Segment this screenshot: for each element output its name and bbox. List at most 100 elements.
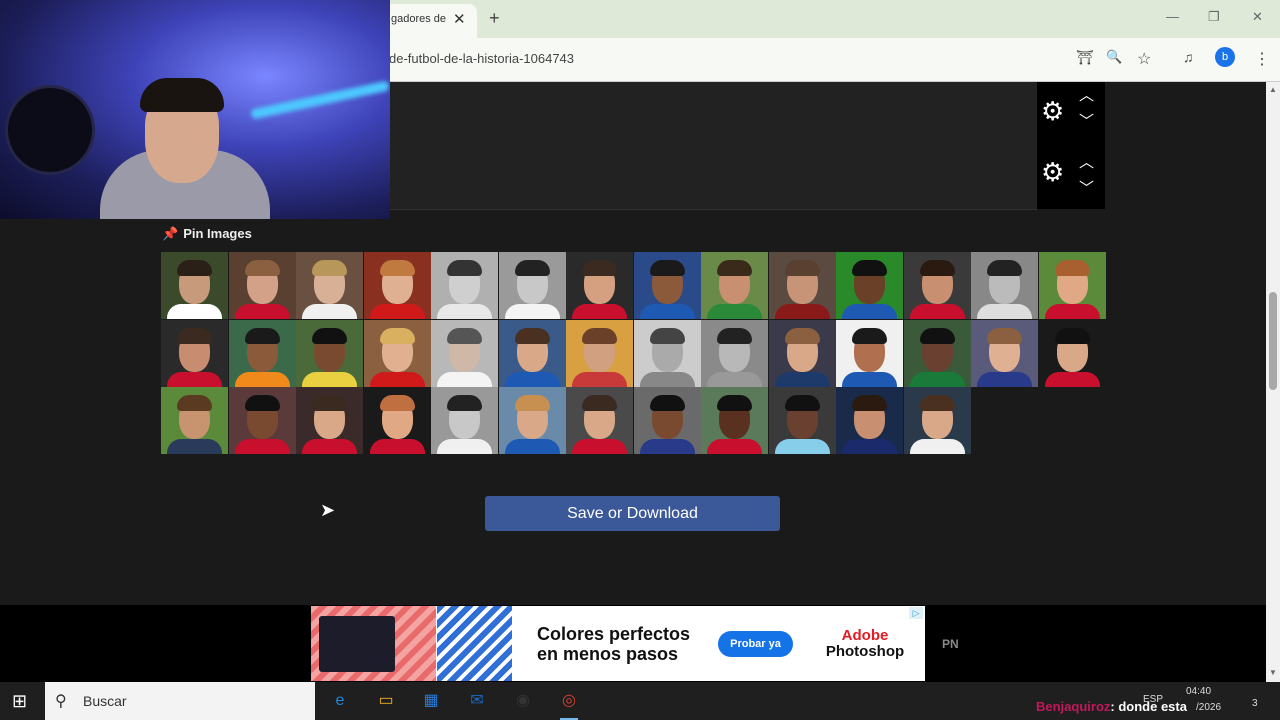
player-image-tile[interactable] xyxy=(701,387,768,454)
player-image-tile[interactable] xyxy=(161,387,228,454)
chevron-down-icon[interactable]: ﹀ xyxy=(1079,110,1094,131)
player-image-tile[interactable] xyxy=(701,319,768,387)
player-image-tile[interactable] xyxy=(228,319,296,387)
player-image-tile[interactable] xyxy=(431,252,498,319)
player-image-tile[interactable] xyxy=(296,387,363,454)
obs-app-icon[interactable]: ◉ xyxy=(508,687,538,715)
player-hair xyxy=(312,327,347,344)
scroll-thumb[interactable] xyxy=(1269,292,1277,390)
player-shirt xyxy=(909,439,965,454)
player-hair xyxy=(177,327,212,344)
player-image-tile[interactable] xyxy=(836,387,903,454)
player-image-tile[interactable] xyxy=(701,252,768,319)
bookmark-star-icon[interactable]: ☆ xyxy=(1137,49,1151,69)
browser-tab[interactable]: gadores de ✕ xyxy=(385,4,477,38)
player-image-tile[interactable] xyxy=(161,252,228,319)
player-image-tile[interactable] xyxy=(903,387,971,454)
zoom-icon[interactable]: 🔍 xyxy=(1106,49,1122,65)
tab-close-icon[interactable]: ✕ xyxy=(453,10,466,28)
scroll-up-icon[interactable]: ▲ xyxy=(1269,85,1277,94)
translate-icon[interactable]: ⛩ xyxy=(1076,49,1094,66)
player-image-tile[interactable] xyxy=(1038,252,1106,319)
player-image-tile[interactable] xyxy=(363,252,431,319)
player-image-tile[interactable] xyxy=(633,252,701,319)
page-scrollbar[interactable]: ▲ ▼ xyxy=(1266,82,1280,682)
player-image-tile[interactable] xyxy=(498,319,566,387)
player-hair xyxy=(447,327,482,344)
clock-time[interactable]: 04:40 xyxy=(1186,686,1211,697)
media-control-icon[interactable]: ♫ xyxy=(1183,49,1194,65)
player-shirt xyxy=(1044,304,1100,319)
player-image-tile[interactable] xyxy=(161,319,228,387)
file-explorer-app-icon[interactable]: ▭ xyxy=(371,687,401,715)
player-shirt xyxy=(842,439,897,454)
clock-date[interactable]: /2026 xyxy=(1196,702,1221,713)
store-app-icon[interactable]: ▦ xyxy=(416,687,446,715)
pin-images-label[interactable]: 📌 Pin Images xyxy=(162,226,252,242)
fan-shape xyxy=(5,85,95,175)
player-image-tile[interactable] xyxy=(768,387,836,454)
player-shirt xyxy=(774,304,830,319)
new-tab-button[interactable]: + xyxy=(489,8,500,29)
adobe-ad-banner[interactable]: Colores perfectos en menos pasos Probar … xyxy=(311,606,925,681)
edge-app-icon[interactable]: e xyxy=(325,687,355,715)
ad-cta-button[interactable]: Probar ya xyxy=(718,631,793,657)
player-image-tile[interactable] xyxy=(971,252,1038,319)
player-hair xyxy=(649,395,685,411)
address-bar[interactable]: de-futbol-de-la-historia-1064743 xyxy=(389,51,574,66)
player-image-tile[interactable] xyxy=(363,319,431,387)
close-window-icon[interactable]: ✕ xyxy=(1252,9,1263,25)
player-shirt xyxy=(504,304,560,319)
windows-start-icon[interactable]: ⊞ xyxy=(12,691,27,712)
adchoices-icon[interactable]: ▷ xyxy=(909,607,923,619)
player-image-tile[interactable] xyxy=(498,387,566,454)
player-image-tile[interactable] xyxy=(836,252,903,319)
player-image-tile[interactable] xyxy=(633,387,701,454)
player-shirt xyxy=(302,371,357,387)
scroll-down-icon[interactable]: ▼ xyxy=(1269,668,1277,677)
player-image-tile[interactable] xyxy=(566,387,633,454)
player-image-tile[interactable] xyxy=(228,252,296,319)
browser-menu-icon[interactable]: ⋮ xyxy=(1254,49,1270,69)
player-image-tile[interactable] xyxy=(228,387,296,454)
player-hair xyxy=(244,260,280,276)
player-image-tile[interactable] xyxy=(903,252,971,319)
player-image-tile[interactable] xyxy=(296,252,363,319)
save-download-button[interactable]: Save or Download xyxy=(485,496,780,531)
player-image-tile[interactable] xyxy=(836,319,903,387)
player-shirt xyxy=(437,371,492,387)
player-image-tile[interactable] xyxy=(498,252,566,319)
outlook-app-icon[interactable]: ✉ xyxy=(462,687,492,715)
player-image-tile[interactable] xyxy=(768,319,836,387)
player-image-tile[interactable] xyxy=(363,387,431,454)
player-hair xyxy=(379,260,415,276)
player-image-tile[interactable] xyxy=(768,252,836,319)
player-image-tile[interactable] xyxy=(566,319,633,387)
gear-icon[interactable]: ⚙ xyxy=(1041,96,1064,127)
player-image-tile[interactable] xyxy=(971,319,1038,387)
player-image-tile[interactable] xyxy=(296,319,363,387)
chevron-down-icon[interactable]: ﹀ xyxy=(1079,177,1094,198)
player-shirt xyxy=(639,304,695,319)
taskbar-search[interactable]: ⚲ Buscar xyxy=(45,682,315,720)
player-hair xyxy=(919,395,955,411)
mouse-cursor-icon: ➤ xyxy=(320,500,336,520)
profile-avatar[interactable]: b xyxy=(1215,47,1235,67)
chevron-up-icon[interactable]: ︿ xyxy=(1079,151,1094,172)
player-image-tile[interactable] xyxy=(431,387,498,454)
player-image-tile[interactable] xyxy=(1038,319,1106,387)
player-image-tile[interactable] xyxy=(903,319,971,387)
player-image-tile[interactable] xyxy=(566,252,633,319)
player-image-tile[interactable] xyxy=(431,319,498,387)
player-hair xyxy=(649,260,685,276)
ad-image-palette xyxy=(311,606,436,681)
player-hair xyxy=(987,327,1022,344)
notification-count[interactable]: 3 xyxy=(1252,698,1258,709)
gear-icon[interactable]: ⚙ xyxy=(1041,157,1064,188)
chevron-up-icon[interactable]: ︿ xyxy=(1079,84,1094,105)
restore-icon[interactable]: ❐ xyxy=(1208,9,1220,25)
minimize-icon[interactable]: — xyxy=(1166,9,1179,24)
chrome-app-icon[interactable]: ◎ xyxy=(554,687,584,715)
panel-row-2-controls: ⚙ ︿ ﹀ xyxy=(1037,143,1105,209)
player-image-tile[interactable] xyxy=(633,319,701,387)
